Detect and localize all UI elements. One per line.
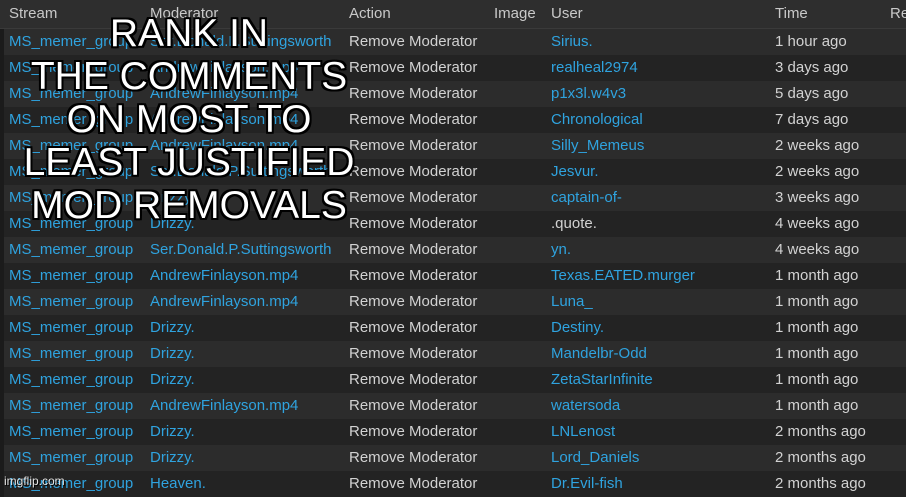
moderator-link[interactable]: Heaven. <box>150 471 345 497</box>
user-link[interactable]: Dr.Evil-fish <box>551 471 771 497</box>
user-link[interactable]: Jesvur. <box>551 159 771 185</box>
action-text: Remove Moderator <box>349 345 478 362</box>
time-text: 1 month ago <box>775 345 859 362</box>
meme-caption: RANK IN THE COMMENTS ON MOST TO LEAST JU… <box>23 12 355 227</box>
user-link[interactable]: yn. <box>551 237 771 263</box>
table-row: MS_memer_group AndrewFinlayson.mp4 Remove … <box>4 393 906 419</box>
time-text: 1 month ago <box>775 319 859 336</box>
action-text: Remove Moderator <box>349 371 478 388</box>
stream-link[interactable]: MS_memer_group <box>9 445 144 471</box>
table-row: MS_memer_group AndrewFinlayson.mp4 Remove … <box>4 289 906 315</box>
moderator-link[interactable]: Ser.Donald.P.Suttingsworth <box>150 237 345 263</box>
user-link[interactable]: p1x3l.w4v3 <box>551 81 771 107</box>
time-text: 1 month ago <box>775 397 859 414</box>
moderator-link[interactable]: Drizzy. <box>150 419 345 445</box>
time-text: 3 weeks ago <box>775 189 860 206</box>
stream-link[interactable]: MS_memer_group <box>9 263 144 289</box>
table-row: MS_memer_group Drizzy. Remove Moderator Man… <box>4 341 906 367</box>
time-text: 1 hour ago <box>775 33 847 50</box>
user-link[interactable]: LNLenost <box>551 419 771 445</box>
stream-link[interactable]: MS_memer_group <box>9 289 144 315</box>
action-text: Remove Moderator <box>349 397 478 414</box>
table-row: MS_memer_group Drizzy. Remove Moderator LNL… <box>4 419 906 445</box>
moderator-link[interactable]: AndrewFinlayson.mp4 <box>150 263 345 289</box>
table-row: MS_memer_group Ser.Donald.P.Suttingsworth… <box>4 237 906 263</box>
action-text: Remove Moderator <box>349 319 478 336</box>
moderator-link[interactable]: AndrewFinlayson.mp4 <box>150 289 345 315</box>
time-text: 5 days ago <box>775 85 849 102</box>
moderator-link[interactable]: Drizzy. <box>150 445 345 471</box>
user-link[interactable]: captain-of- <box>551 185 771 211</box>
user-link[interactable]: Chronological <box>551 107 771 133</box>
time-text: 1 month ago <box>775 371 859 388</box>
moderator-link[interactable]: Drizzy. <box>150 341 345 367</box>
table-row: MS_memer_group Heaven. Remove Moderator Dr.… <box>4 471 906 497</box>
action-text: Remove Moderator <box>349 267 478 284</box>
action-text: Remove Moderator <box>349 423 478 440</box>
header-time[interactable]: Time <box>775 0 808 28</box>
table-row: MS_memer_group AndrewFinlayson.mp4 Remove … <box>4 263 906 289</box>
time-text: 3 days ago <box>775 59 849 76</box>
user-link[interactable]: watersoda <box>551 393 771 419</box>
imgflip-watermark: imgflip.com <box>4 474 65 488</box>
time-text: 2 months ago <box>775 423 866 440</box>
time-text: 2 months ago <box>775 449 866 466</box>
time-text: 1 month ago <box>775 267 859 284</box>
stream-link[interactable]: MS_memer_group <box>9 367 144 393</box>
stream-link[interactable]: MS_memer_group <box>9 341 144 367</box>
header-reason[interactable]: Re <box>890 0 906 28</box>
time-text: 7 days ago <box>775 111 849 128</box>
user-link[interactable]: Mandelbr-Odd <box>551 341 771 367</box>
time-text: 2 weeks ago <box>775 163 860 180</box>
moderator-link[interactable]: Drizzy. <box>150 315 345 341</box>
user-link[interactable]: ZetaStarInfinite <box>551 367 771 393</box>
user-link[interactable]: Texas.EATED.murger <box>551 263 771 289</box>
moderator-link[interactable]: AndrewFinlayson.mp4 <box>150 393 345 419</box>
stream-link[interactable]: MS_memer_group <box>9 393 144 419</box>
header-user[interactable]: User <box>551 0 583 28</box>
time-text: 4 weeks ago <box>775 241 860 258</box>
moderator-link[interactable]: Drizzy. <box>150 367 345 393</box>
time-text: 2 months ago <box>775 475 866 492</box>
user-link[interactable]: realheal2974 <box>551 55 771 81</box>
stream-link[interactable]: MS_memer_group <box>9 419 144 445</box>
user-link[interactable]: Silly_Memeus <box>551 133 771 159</box>
time-text: 4 weeks ago <box>775 215 860 232</box>
user-link[interactable]: Destiny. <box>551 315 771 341</box>
action-text: Remove Moderator <box>349 475 478 492</box>
action-text: Remove Moderator <box>349 449 478 466</box>
user-link[interactable]: Luna_ <box>551 289 771 315</box>
action-text: Remove Moderator <box>349 293 478 310</box>
table-row: MS_memer_group Drizzy. Remove Moderator Lor… <box>4 445 906 471</box>
time-text: 2 weeks ago <box>775 137 860 154</box>
stream-link[interactable]: MS_memer_group <box>9 315 144 341</box>
user-link[interactable]: Sirius. <box>551 29 771 55</box>
time-text: 1 month ago <box>775 293 859 310</box>
header-image[interactable]: Image <box>494 0 536 28</box>
table-row: MS_memer_group Drizzy. Remove Moderator Zet… <box>4 367 906 393</box>
user-link[interactable]: Lord_Daniels <box>551 445 771 471</box>
stream-link[interactable]: MS_memer_group <box>9 237 144 263</box>
table-row: MS_memer_group Drizzy. Remove Moderator Des… <box>4 315 906 341</box>
action-text: Remove Moderator <box>349 241 478 258</box>
user-text: .quote. <box>551 215 597 232</box>
